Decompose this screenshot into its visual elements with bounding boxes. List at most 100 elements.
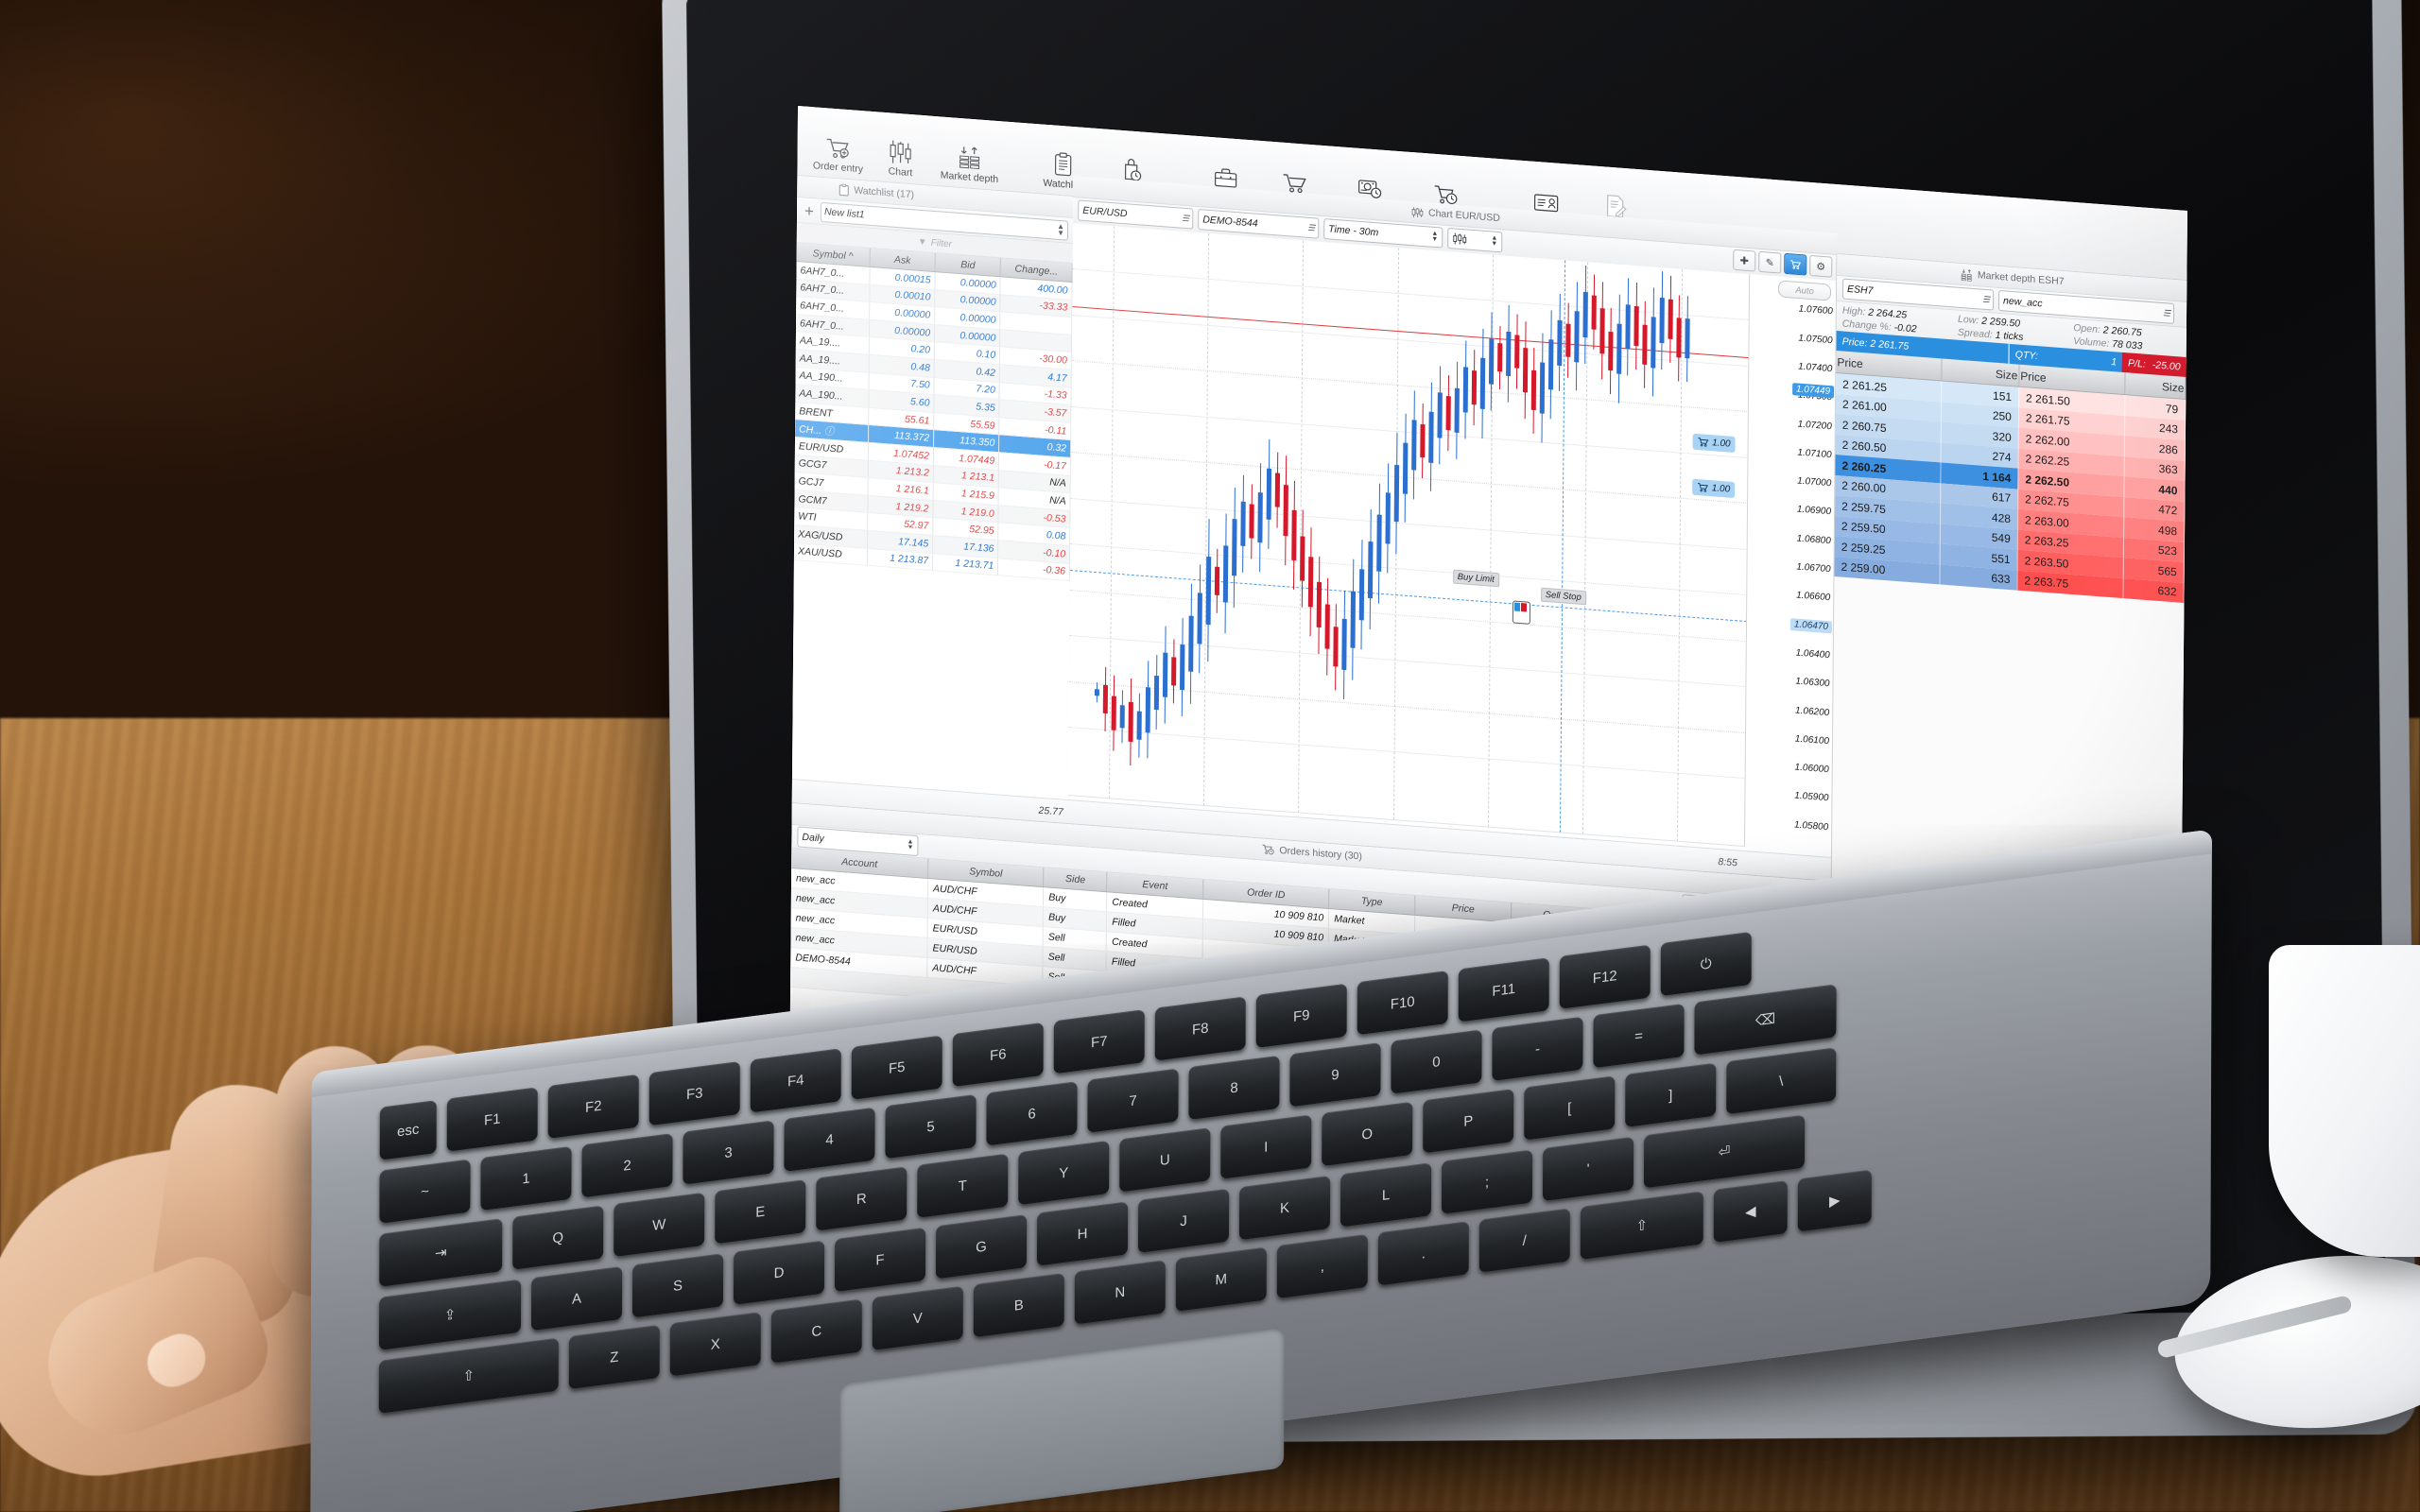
key-[interactable]: ⌫ <box>1694 984 1837 1056</box>
key-[interactable]: ' <box>1542 1136 1634 1202</box>
key-F11[interactable]: F11 <box>1458 957 1549 1022</box>
chart-account-value: DEMO-8544 <box>1202 214 1258 230</box>
key-[interactable]: = <box>1593 1003 1685 1069</box>
auto-scale-button[interactable]: Auto <box>1777 280 1832 301</box>
chart-price-axis[interactable]: Auto 1.076001.075001.074001.073001.07200… <box>1743 274 1838 854</box>
key-J[interactable]: J <box>1137 1188 1230 1253</box>
crosshair-tool-button[interactable]: ✚ <box>1733 249 1756 272</box>
key-F5[interactable]: F5 <box>851 1035 942 1100</box>
briefcase-icon <box>1213 160 1239 190</box>
key-O[interactable]: O <box>1322 1101 1413 1167</box>
candle-body <box>1668 299 1673 340</box>
key-T[interactable]: T <box>917 1153 1009 1218</box>
key-F7[interactable]: F7 <box>1053 1009 1145 1074</box>
key-D[interactable]: D <box>733 1240 825 1305</box>
document-pencil-icon <box>1603 189 1628 219</box>
key-K[interactable]: K <box>1238 1175 1331 1241</box>
candle-body <box>1324 604 1330 650</box>
trade-tool-button[interactable] <box>1784 252 1807 276</box>
candle-body <box>1111 696 1116 730</box>
key-6[interactable]: 6 <box>986 1081 1078 1146</box>
key-[interactable]: ⇥ <box>379 1218 503 1287</box>
key-Q[interactable]: Q <box>512 1205 604 1270</box>
add-list-button[interactable]: + <box>802 201 817 220</box>
candle-body <box>1376 514 1382 572</box>
key-N[interactable]: N <box>1074 1260 1166 1325</box>
candle-body <box>1179 644 1185 690</box>
key-[interactable]: [ <box>1524 1075 1616 1141</box>
key-[interactable]: / <box>1478 1208 1570 1273</box>
key-9[interactable]: 9 <box>1289 1042 1381 1108</box>
key-A[interactable]: A <box>530 1265 623 1332</box>
key-[interactable]: . <box>1377 1221 1469 1286</box>
key-F[interactable]: F <box>834 1227 926 1293</box>
key-4[interactable]: 4 <box>784 1107 875 1172</box>
sell-stop-flag[interactable]: Sell Stop <box>1540 588 1586 606</box>
chart-buy-button[interactable]: 1.00 <box>1692 433 1736 453</box>
key-G[interactable]: G <box>935 1214 1028 1280</box>
key-[interactable]: - <box>1492 1016 1583 1082</box>
key-V[interactable]: V <box>872 1285 963 1351</box>
key-[interactable]: ⏻ <box>1660 931 1752 997</box>
toolbar-button-order-entry[interactable]: Order entry <box>806 129 869 178</box>
key-[interactable]: ] <box>1625 1062 1717 1127</box>
toolbar-button-chart[interactable]: Chart <box>869 134 931 182</box>
candle-body <box>1393 465 1400 522</box>
key-2[interactable]: 2 <box>581 1133 673 1198</box>
screenshot-scene: Order entry Chart Market depth Watchlist… <box>0 0 2420 1512</box>
price-tick: 1.06000 <box>1794 762 1829 776</box>
key-F4[interactable]: F4 <box>750 1048 841 1113</box>
key-[interactable]: ⇪ <box>378 1279 522 1350</box>
key-X[interactable]: X <box>669 1312 761 1377</box>
key-B[interactable]: B <box>973 1272 1064 1338</box>
toolbar-button-market-depth[interactable]: Market depth <box>931 139 1007 188</box>
key-[interactable]: \ <box>1726 1047 1837 1115</box>
key-E[interactable]: E <box>715 1179 806 1245</box>
buy-limit-flag[interactable]: Buy Limit <box>1452 569 1499 588</box>
key-P[interactable]: P <box>1423 1089 1514 1154</box>
key-F6[interactable]: F6 <box>952 1022 1044 1088</box>
key-[interactable]: ⇧ <box>378 1337 559 1414</box>
key-S[interactable]: S <box>631 1253 724 1318</box>
order-drag-handle[interactable] <box>1512 599 1530 625</box>
key-F9[interactable]: F9 <box>1255 983 1347 1049</box>
key-[interactable]: ◀ <box>1713 1179 1788 1243</box>
key-esc[interactable]: esc <box>379 1100 437 1160</box>
key-8[interactable]: 8 <box>1188 1055 1280 1121</box>
key-U[interactable]: U <box>1119 1127 1211 1193</box>
key-1[interactable]: 1 <box>480 1145 572 1211</box>
key-F2[interactable]: F2 <box>547 1074 639 1140</box>
key-[interactable]: ~ <box>379 1159 471 1224</box>
key-F3[interactable]: F3 <box>648 1060 740 1126</box>
key-F10[interactable]: F10 <box>1357 970 1448 1036</box>
candle-body <box>1616 323 1622 374</box>
key-H[interactable]: H <box>1036 1201 1129 1266</box>
chart-sell-button[interactable]: 1.00 <box>1691 478 1736 499</box>
key-7[interactable]: 7 <box>1087 1068 1179 1133</box>
key-I[interactable]: I <box>1220 1114 1312 1179</box>
key-[interactable]: ; <box>1441 1149 1533 1214</box>
chart-buy-qty: 1.00 <box>1712 437 1731 450</box>
key-Y[interactable]: Y <box>1018 1140 1110 1206</box>
key-M[interactable]: M <box>1175 1246 1267 1312</box>
key-[interactable]: ▶ <box>1797 1169 1872 1232</box>
key-W[interactable]: W <box>614 1192 705 1258</box>
key-Z[interactable]: Z <box>568 1324 660 1390</box>
key-[interactable]: , <box>1276 1233 1368 1299</box>
key-L[interactable]: L <box>1340 1162 1432 1228</box>
draw-tool-button[interactable]: ✎ <box>1758 250 1782 274</box>
key-F1[interactable]: F1 <box>446 1087 538 1152</box>
key-3[interactable]: 3 <box>683 1120 774 1185</box>
chart-plot-area[interactable]: Buy Limit Sell Stop 1.00 1.00 <box>1067 223 1751 848</box>
key-[interactable]: ⏎ <box>1643 1114 1806 1189</box>
key-5[interactable]: 5 <box>885 1093 977 1160</box>
candle-body <box>1341 619 1347 671</box>
key-[interactable]: ⇧ <box>1580 1191 1703 1261</box>
key-C[interactable]: C <box>770 1298 862 1364</box>
settings-tool-button[interactable]: ⚙ <box>1809 254 1833 278</box>
chart-style-select[interactable]: ▲ ▼ <box>1447 227 1503 253</box>
key-R[interactable]: R <box>816 1166 908 1231</box>
key-F12[interactable]: F12 <box>1559 944 1651 1009</box>
key-F8[interactable]: F8 <box>1154 996 1246 1061</box>
key-0[interactable]: 0 <box>1391 1029 1482 1094</box>
